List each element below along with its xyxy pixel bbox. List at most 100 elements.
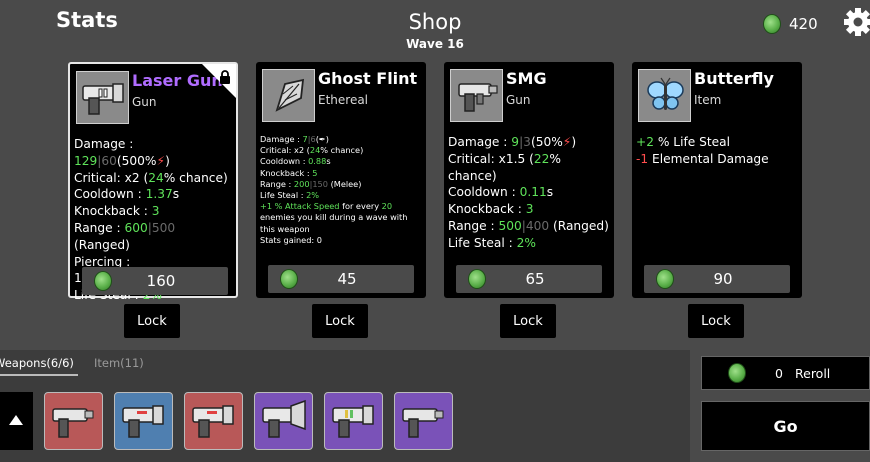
weapon-slot[interactable] — [324, 392, 383, 450]
coin-counter: 420 — [763, 14, 818, 34]
lock-button[interactable]: Lock — [312, 304, 368, 338]
stat-text: (500% — [116, 153, 157, 168]
stat-text: Knockback : — [260, 167, 313, 178]
lock-button[interactable]: Lock — [124, 304, 180, 338]
stat-text: 22 — [533, 151, 550, 166]
stat-line: Critical: x2 (24% chance) — [74, 170, 232, 187]
card-name: SMG — [506, 69, 547, 88]
stat-line: -1 Elemental Damage — [636, 151, 798, 168]
go-button[interactable]: Go — [701, 401, 870, 451]
ghost-flint-icon — [262, 69, 315, 122]
stat-line: Range : 200|150 (Melee) — [260, 179, 422, 190]
card-name: Butterfly — [694, 69, 774, 88]
stat-text: (Melee) — [327, 178, 362, 189]
tab-underline — [0, 374, 78, 376]
coin-count: 420 — [789, 15, 818, 33]
card-type: Gun — [506, 93, 531, 107]
stat-text: 2% — [306, 190, 320, 201]
stat-text: Elemental Damage — [648, 151, 769, 166]
weapon-slot[interactable] — [394, 392, 453, 450]
stat-text: 500 — [151, 220, 176, 235]
tab-items[interactable]: Item(11) — [94, 356, 144, 370]
stat-text: 3 — [151, 204, 160, 219]
stat-text: 400 — [525, 218, 550, 233]
stat-line: Cooldown : 0.88s — [260, 156, 422, 167]
stat-line: Damage : 9|3(50%⚡) — [448, 134, 610, 151]
stat-line: Range : 600|500 (Ranged) — [74, 220, 232, 254]
stat-text: for every — [339, 201, 382, 212]
stat-text: 60 — [101, 153, 117, 168]
stat-line: +2 % Life Steal — [636, 134, 798, 151]
gear-icon[interactable] — [843, 7, 870, 37]
stat-text: 2% — [516, 235, 536, 250]
stat-text: 1.37 — [145, 187, 173, 202]
stat-text: Knockback : — [74, 204, 152, 219]
card-stats: +2 % Life Steal -1 Elemental Damage — [636, 134, 798, 168]
stat-line: Critical: x2 (24% chance) — [260, 145, 422, 156]
scroll-up-button[interactable] — [0, 392, 33, 450]
gun-icon — [52, 408, 94, 438]
card-type: Item — [694, 93, 722, 107]
stat-text: % Life Steal — [653, 135, 731, 149]
price-tag[interactable]: 65 — [456, 265, 602, 293]
stat-text: (50% — [530, 135, 563, 149]
stat-text: ⚡ — [156, 153, 166, 168]
stat-text: 600 — [124, 220, 148, 235]
laser-gun-icon — [332, 405, 374, 438]
stat-text: Critical: x2 ( — [74, 170, 149, 185]
card-stats: Damage : 7|6(✒) Critical: x2 (24% chance)… — [260, 134, 422, 246]
top-bar: Stats Shop Wave 16 420 — [0, 0, 870, 58]
price-tag[interactable]: 90 — [644, 265, 790, 293]
stat-text: +2 — [636, 135, 654, 149]
stat-text: 3 — [525, 202, 534, 217]
shop-card-smg[interactable]: SMG Gun Damage : 9|3(50%⚡) Critical: x1.5… — [444, 62, 614, 298]
price-value: 45 — [337, 270, 357, 288]
shop-card-laser-gun[interactable]: Laser Gun Gun Damage : 129|60(500%⚡) Crit… — [68, 62, 238, 302]
stat-text: 200 — [293, 178, 310, 189]
stat-text: 500 — [498, 218, 522, 233]
stat-text: 150 — [312, 178, 328, 189]
laser-gun-icon — [262, 399, 306, 438]
page-title: Shop — [408, 10, 462, 34]
stat-text: s — [172, 187, 180, 202]
shop-card-ghost-flint[interactable]: Ghost Flint Ethereal Damage : 7|6(✒) Crit… — [256, 62, 426, 298]
triangle-up-icon — [9, 415, 23, 425]
stat-line: Life Steal : 2% — [260, 190, 422, 201]
stat-text: (✒) — [315, 134, 329, 144]
stat-text: Critical: x1.5 ( — [448, 151, 534, 166]
stat-text: -1 — [636, 151, 649, 166]
stat-text: Critical: x2 ( — [260, 145, 310, 156]
laser-gun-icon — [76, 71, 129, 124]
weapon-slot[interactable] — [254, 392, 313, 450]
stat-text: s — [546, 185, 554, 200]
stat-text: Life Steal : — [260, 190, 307, 201]
stat-text: ) — [571, 135, 577, 149]
price-tag[interactable]: 160 — [82, 267, 228, 295]
stat-text: 24 — [309, 145, 321, 156]
stat-text: 24 — [148, 170, 164, 185]
stat-text: % chance) — [320, 145, 364, 156]
stat-line: Range : 500|400 (Ranged) — [448, 218, 610, 235]
stat-text: 20 — [381, 201, 393, 212]
reroll-label: Reroll — [795, 366, 831, 381]
coin-icon — [728, 363, 746, 383]
lock-button[interactable]: Lock — [500, 304, 556, 338]
weapon-slot[interactable] — [114, 392, 173, 450]
stat-line: Critical: x1.5 (22% chance) — [448, 151, 610, 185]
card-type: Gun — [132, 95, 157, 109]
tab-weapons[interactable]: Weapons(6/6) — [0, 356, 74, 370]
laser-gun-icon — [122, 405, 164, 438]
weapon-slot[interactable] — [44, 392, 103, 450]
stat-line: this weapon — [260, 224, 422, 235]
stat-text: 3 — [523, 135, 531, 149]
shop-card-butterfly[interactable]: Butterfly Item +2 % Life Steal -1 Element… — [632, 62, 802, 298]
stat-text: Range : — [260, 178, 294, 189]
reroll-button[interactable]: 0 Reroll — [701, 356, 870, 390]
weapon-slot[interactable] — [184, 392, 243, 450]
price-value: 65 — [525, 270, 545, 288]
price-tag[interactable]: 45 — [268, 265, 414, 293]
smg-icon — [450, 69, 503, 122]
stat-text: Stats gained: 0 — [260, 234, 322, 245]
lock-button[interactable]: Lock — [688, 304, 744, 338]
stat-text: 9 — [511, 135, 520, 149]
